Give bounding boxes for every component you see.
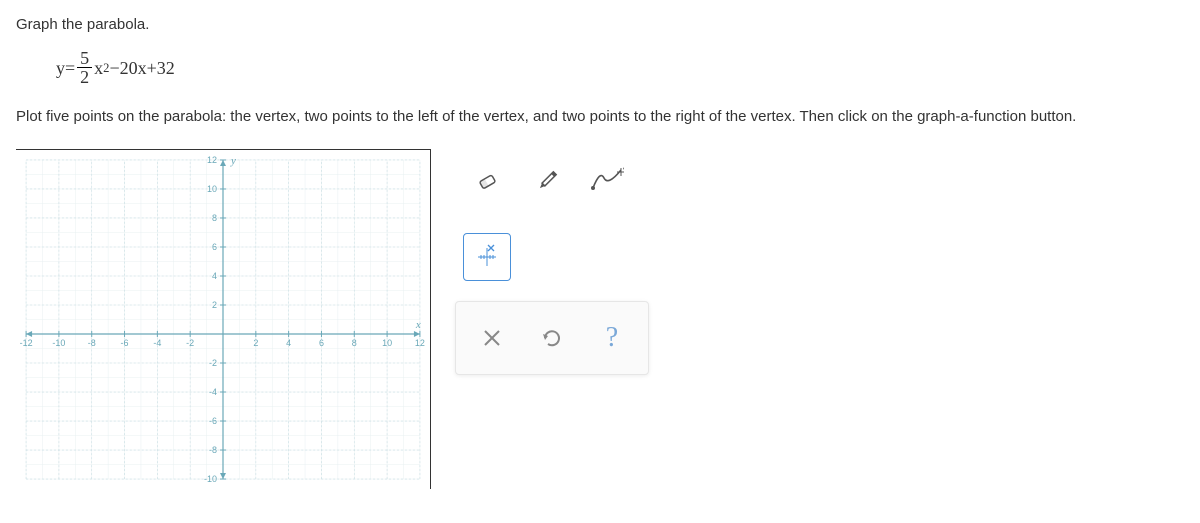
graph-function-button[interactable] <box>583 157 631 205</box>
eraser-button[interactable] <box>463 157 511 205</box>
tool-row-actions: ? <box>455 301 649 375</box>
eq-frac-den: 2 <box>77 68 92 88</box>
svg-text:10: 10 <box>207 184 217 194</box>
eq-fraction: 5 2 <box>77 49 92 88</box>
svg-text:-10: -10 <box>52 338 65 348</box>
point-tool-button[interactable] <box>463 233 511 281</box>
eq-tail: −20x+32 <box>109 58 174 79</box>
graph-svg[interactable]: -12 -10 -8 -6 -4 -2 2 4 6 8 10 12 -10 -8 -6 -4 -2 2 4 6 8 10 1… <box>16 150 430 489</box>
eq-x: x <box>94 58 103 79</box>
point-tool-icon <box>472 242 502 272</box>
svg-text:-4: -4 <box>153 338 161 348</box>
svg-text:-2: -2 <box>209 358 217 368</box>
svg-text:2: 2 <box>212 300 217 310</box>
svg-text:-8: -8 <box>88 338 96 348</box>
svg-text:4: 4 <box>286 338 291 348</box>
svg-text:-4: -4 <box>209 387 217 397</box>
pencil-icon <box>532 166 562 196</box>
svg-text:6: 6 <box>319 338 324 348</box>
eq-lhs: y= <box>56 58 75 79</box>
svg-text:6: 6 <box>212 242 217 252</box>
svg-text:-8: -8 <box>209 445 217 455</box>
pencil-button[interactable] <box>523 157 571 205</box>
eraser-icon <box>472 166 502 196</box>
svg-text:-10: -10 <box>204 474 217 484</box>
help-button[interactable]: ? <box>588 314 636 362</box>
svg-text:8: 8 <box>352 338 357 348</box>
svg-text:2: 2 <box>253 338 258 348</box>
svg-text:-6: -6 <box>121 338 129 348</box>
graph-function-icon <box>590 166 624 196</box>
svg-text:-12: -12 <box>20 338 33 348</box>
x-axis-label: x <box>415 319 421 331</box>
svg-text:4: 4 <box>212 271 217 281</box>
svg-text:10: 10 <box>382 338 392 348</box>
undo-button[interactable] <box>528 314 576 362</box>
problem-intro: Graph the parabola. <box>16 16 1184 33</box>
problem-instructions: Plot five points on the parabola: the ve… <box>16 108 1184 125</box>
equation: y= 5 2 x2 −20x+32 <box>56 49 1184 88</box>
tool-row-1 <box>455 149 649 213</box>
undo-icon <box>539 325 565 351</box>
graph-panel[interactable]: -12 -10 -8 -6 -4 -2 2 4 6 8 10 12 -10 -8 -6 -4 -2 2 4 6 8 10 1… <box>16 149 431 489</box>
clear-button[interactable] <box>468 314 516 362</box>
svg-text:8: 8 <box>212 213 217 223</box>
svg-text:12: 12 <box>415 338 425 348</box>
close-icon <box>480 326 504 350</box>
tools-panel: ? <box>455 149 649 375</box>
eq-frac-num: 5 <box>77 49 92 68</box>
work-area: -12 -10 -8 -6 -4 -2 2 4 6 8 10 12 -10 -8 -6 -4 -2 2 4 6 8 10 1… <box>16 149 1184 489</box>
svg-text:-6: -6 <box>209 416 217 426</box>
tool-row-2a <box>455 225 649 289</box>
help-icon: ? <box>606 322 618 354</box>
svg-text:12: 12 <box>207 155 217 165</box>
svg-text:-2: -2 <box>186 338 194 348</box>
y-axis-label: y <box>230 155 236 167</box>
